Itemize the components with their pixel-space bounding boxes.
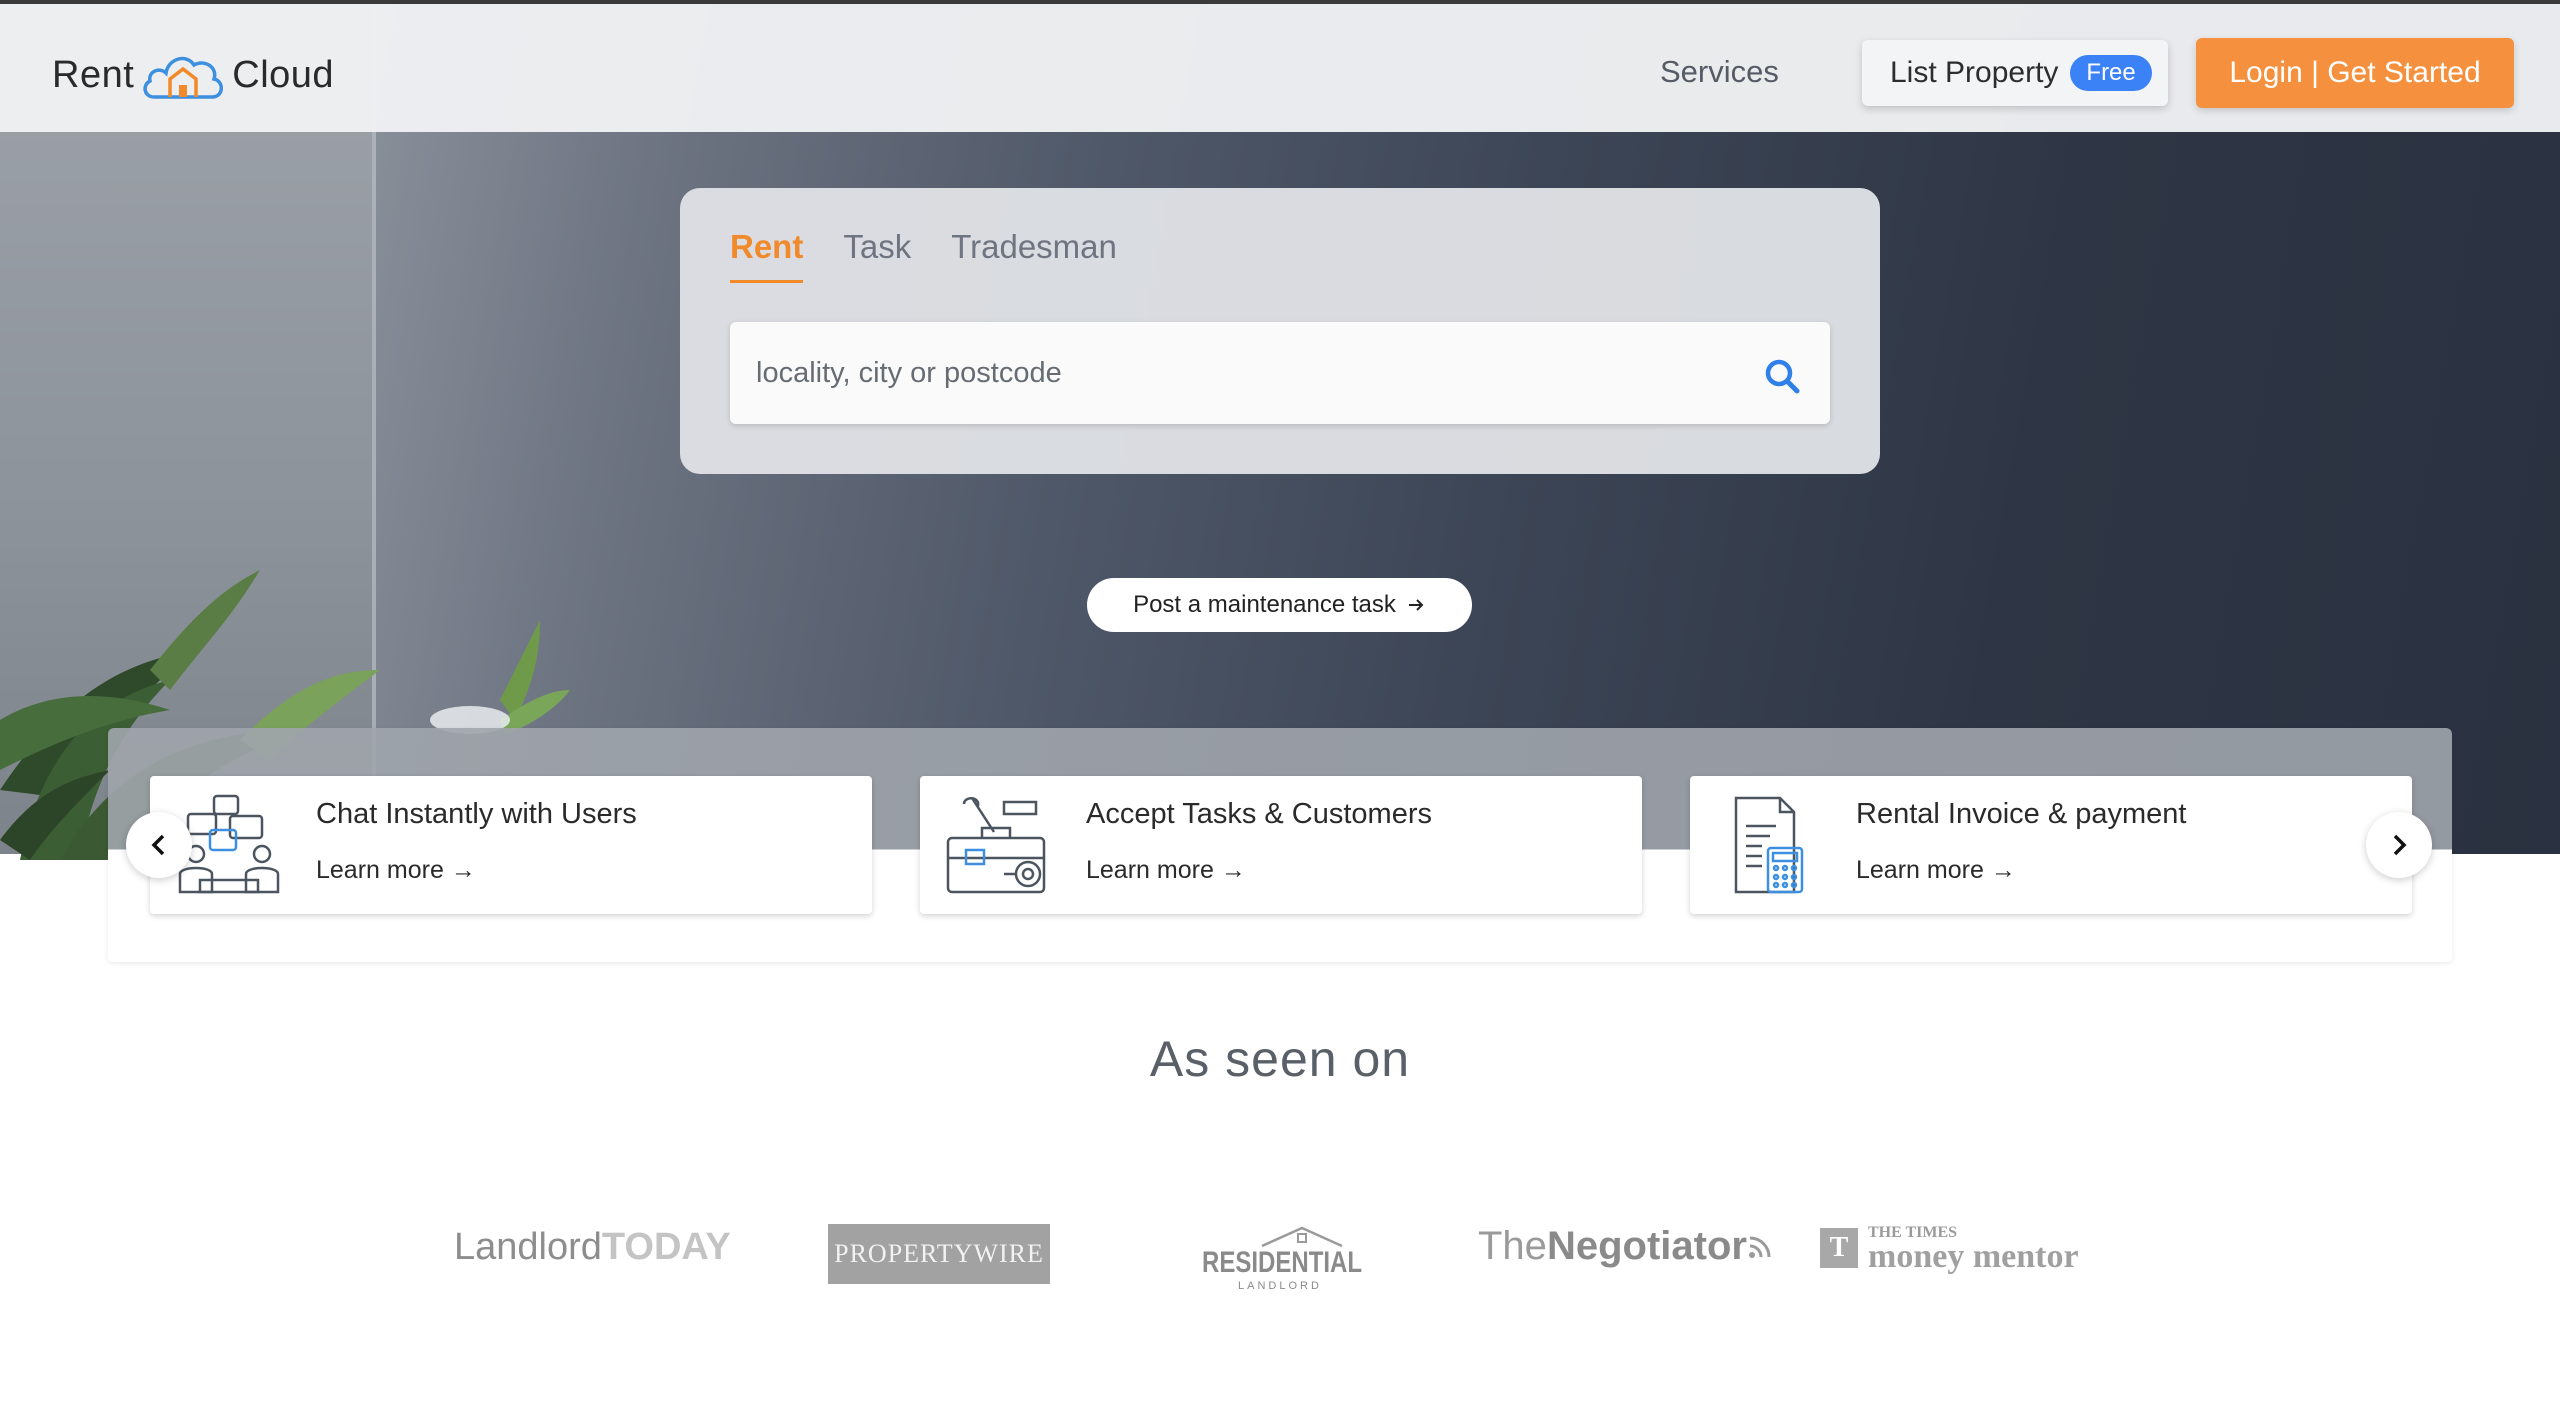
learn-more-link[interactable]: Learn more → (1086, 856, 1246, 885)
tab-tradesman[interactable]: Tradesman (951, 228, 1117, 283)
press-name-part1: The (1478, 1224, 1547, 1268)
press-logo-property-wire[interactable]: PROPERTY WIRE (828, 1224, 1050, 1284)
press-name-part2: LANDLORD (1238, 1280, 1322, 1292)
page: Rent Cloud Services List Property Free L… (0, 0, 2560, 1410)
feature-title: Rental Invoice & payment (1856, 798, 2187, 830)
press-name-part2: TODAY (601, 1226, 731, 1268)
press-logo-residential-landlord[interactable]: RESIDENTIAL LANDLORD (1202, 1224, 1362, 1294)
list-property-label: List Property (1890, 56, 2059, 89)
features-carousel: Chat Instantly with Users Learn more → A… (108, 728, 2452, 962)
learn-more-label: Learn more (1856, 856, 1984, 884)
feature-card-tasks[interactable]: Accept Tasks & Customers Learn more → (920, 776, 1642, 914)
press-name-part2: WIRE (973, 1239, 1044, 1268)
rentcloud-logo[interactable]: Rent Cloud (52, 40, 334, 110)
top-navbar: Rent Cloud Services List Property Free L… (0, 0, 2560, 132)
arrow-right-icon: → (1990, 856, 2016, 884)
press-logo-the-negotiator[interactable]: The Negotiator (1478, 1224, 1773, 1269)
carousel-prev-button[interactable] (126, 812, 192, 878)
cloud-house-icon (143, 56, 224, 99)
tools-toolbox-icon (946, 797, 1046, 894)
press-logo-times-money-mentor[interactable]: T THE TIMES money mentor (1820, 1224, 2110, 1278)
search-icon[interactable] (1762, 356, 1802, 396)
press-name-part2: Negotiator (1546, 1224, 1747, 1268)
post-maintenance-task-button[interactable]: Post a maintenance task (1087, 578, 1472, 632)
rss-icon (1748, 1236, 1771, 1258)
post-maintenance-task-label: Post a maintenance task (1133, 591, 1396, 618)
free-badge: Free (2070, 55, 2152, 91)
feature-card-invoice[interactable]: Rental Invoice & payment Learn more → (1690, 776, 2412, 914)
carousel-next-button[interactable] (2366, 812, 2432, 878)
arrow-right-icon (1408, 599, 1424, 611)
arrow-right-icon: → (450, 856, 476, 884)
chevron-left-icon (151, 834, 165, 856)
feature-title: Accept Tasks & Customers (1086, 798, 1432, 830)
chevron-right-icon (2393, 834, 2407, 856)
tab-rent[interactable]: Rent (730, 228, 804, 283)
press-name-part2: money mentor (1868, 1238, 2079, 1275)
nav-services-link[interactable]: Services (1660, 54, 1779, 90)
tab-task[interactable]: Task (843, 228, 911, 283)
login-get-started-button[interactable]: Login | Get Started (2196, 38, 2514, 108)
press-name-part1: PROPERTY (834, 1239, 974, 1268)
learn-more-label: Learn more (316, 856, 444, 884)
location-search-input[interactable] (756, 356, 1716, 390)
as-seen-on-heading: As seen on (1149, 1031, 1411, 1087)
search-card: Rent Task Tradesman (680, 188, 1880, 474)
logo-text-rent: Rent (52, 53, 135, 96)
press-name-part1: RESIDENTIAL (1202, 1246, 1363, 1279)
learn-more-label: Learn more (1086, 856, 1214, 884)
feature-title: Chat Instantly with Users (316, 798, 637, 830)
times-t-icon: T (1820, 1228, 1858, 1268)
roof-icon (1261, 1226, 1343, 1248)
press-logos: LandlordTODAY PROPERTY WIRE RESIDENTIAL L… (0, 1210, 2560, 1300)
press-logo-landlord-today[interactable]: LandlordTODAY (454, 1226, 731, 1269)
list-property-button[interactable]: List Property Free (1862, 40, 2168, 106)
feature-card-chat[interactable]: Chat Instantly with Users Learn more → (150, 776, 872, 914)
search-tabs: Rent Task Tradesman (730, 228, 1117, 283)
press-name-part1: Landlord (454, 1226, 602, 1268)
logo-text-cloud: Cloud (232, 53, 335, 96)
search-box (730, 322, 1830, 424)
arrow-right-icon: → (1220, 856, 1246, 884)
invoice-calculator-icon (1734, 796, 1804, 894)
learn-more-link[interactable]: Learn more → (1856, 856, 2016, 885)
learn-more-link[interactable]: Learn more → (316, 856, 476, 885)
